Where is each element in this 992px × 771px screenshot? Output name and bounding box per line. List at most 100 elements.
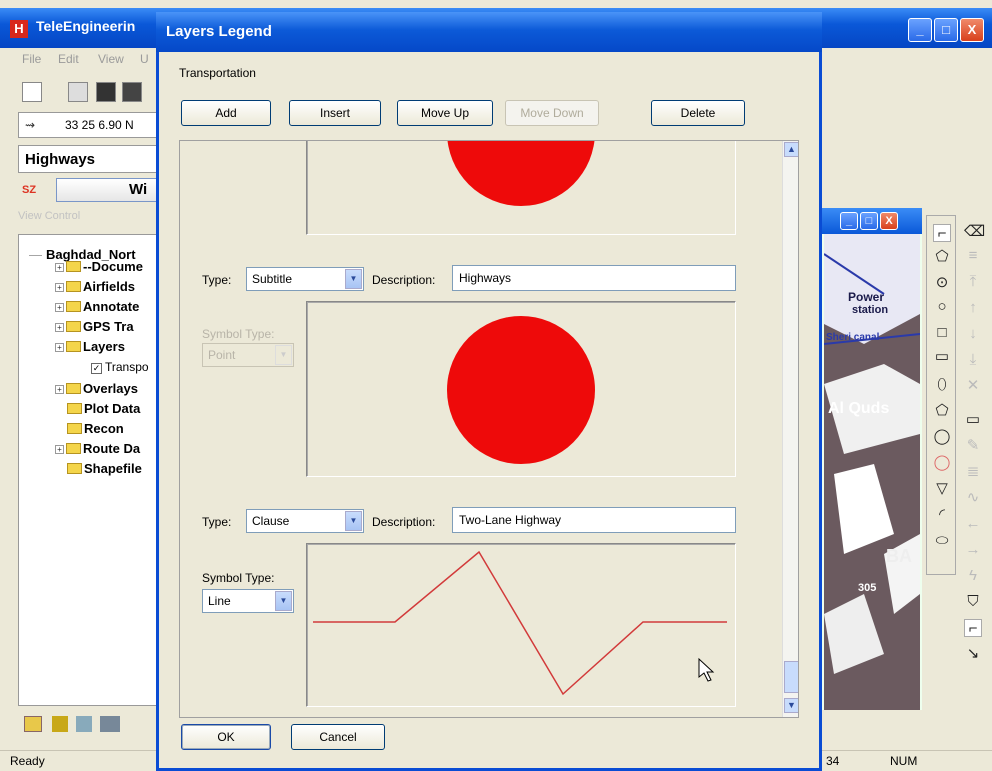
map-minimize-button[interactable]: _ — [840, 212, 858, 230]
circle-tool-icon[interactable]: ◯ — [933, 428, 951, 446]
move-top-icon[interactable]: ⤒ — [964, 273, 982, 291]
print-icon[interactable] — [122, 82, 142, 102]
scroll-thumb[interactable] — [784, 661, 798, 693]
tree-item[interactable]: Plot Data — [67, 401, 140, 416]
close-button[interactable]: X — [960, 18, 984, 42]
expand-icon[interactable]: + — [55, 303, 64, 312]
symbol-preview-1 — [306, 301, 736, 477]
move-up-button[interactable]: Move Up — [397, 100, 493, 126]
rounded-rect-tool-icon[interactable]: ⬭ — [933, 532, 951, 550]
tree-item-label: Annotate — [83, 299, 140, 314]
map-close-button[interactable]: X — [880, 212, 898, 230]
menu-file[interactable]: File — [22, 52, 41, 66]
type-select-1[interactable]: Subtitle ▼ — [246, 267, 364, 291]
line-tool-icon[interactable]: ⌐ — [964, 619, 982, 637]
eraser-icon[interactable]: ⌫ — [964, 223, 985, 241]
menu-u[interactable]: U — [140, 52, 149, 66]
symbol-type-select-1[interactable]: Point ▼ — [202, 343, 294, 367]
expand-icon[interactable]: + — [55, 263, 64, 272]
tree-item[interactable]: Shapefile — [67, 461, 142, 476]
tab-page-icon[interactable] — [52, 716, 68, 732]
expand-icon[interactable]: + — [55, 283, 64, 292]
tree-item[interactable]: + Overlays — [55, 381, 138, 396]
arrow-right-icon[interactable]: → — [964, 541, 982, 559]
cancel-button[interactable]: Cancel — [291, 724, 385, 750]
lightning-icon[interactable]: ϟ — [964, 567, 982, 585]
ellipse-tool-icon[interactable]: ○ — [933, 298, 951, 316]
symbol-type-select-2[interactable]: Line ▼ — [202, 589, 294, 613]
pointer-icon[interactable]: ↘ — [964, 645, 982, 663]
oval-tool-icon[interactable]: ⬯ — [933, 376, 951, 394]
pen-icon[interactable]: ✎ — [964, 437, 982, 455]
rectangle-tool-icon[interactable]: □ — [933, 324, 951, 342]
tree-item[interactable]: + Layers — [55, 339, 125, 354]
layer-select[interactable]: Highways — [18, 145, 168, 173]
window-icon[interactable]: ▭ — [964, 411, 982, 429]
map-label-power: Power — [848, 290, 885, 304]
move-up-icon[interactable]: ↑ — [964, 299, 982, 317]
scroll-up-icon[interactable]: ▲ — [784, 142, 798, 157]
tab-layers-icon[interactable] — [100, 716, 120, 732]
tree-item[interactable]: + Airfields — [55, 279, 135, 294]
checkbox-icon[interactable]: ✓ — [91, 363, 102, 374]
shield-tool-icon[interactable]: ▽ — [933, 480, 951, 498]
pentagon-tool-icon[interactable]: ⬠ — [933, 402, 951, 420]
move-down-icon[interactable]: ↓ — [964, 325, 982, 343]
wi-button[interactable]: Wi — [56, 178, 168, 202]
menu-view[interactable]: View — [98, 52, 124, 66]
add-button[interactable]: Add — [181, 100, 271, 126]
move-bottom-icon[interactable]: ⤓ — [964, 351, 982, 369]
minimize-button[interactable]: _ — [908, 18, 932, 42]
tree-item[interactable]: Recon — [67, 421, 124, 436]
tree-item[interactable]: ✓ Transpo — [91, 359, 149, 374]
maximize-button[interactable]: □ — [934, 18, 958, 42]
tree-item-label: Transpo — [105, 360, 149, 374]
delete-button[interactable]: Delete — [651, 100, 745, 126]
map-maximize-button[interactable]: □ — [860, 212, 878, 230]
chevron-down-icon[interactable]: ▼ — [345, 269, 362, 289]
scroll-down-icon[interactable]: ▼ — [784, 698, 798, 713]
tree-item[interactable]: + --Docume — [55, 259, 143, 274]
folder-icon — [67, 403, 82, 414]
tab-list-icon[interactable] — [76, 716, 92, 732]
sz-icon[interactable]: SZ — [22, 184, 36, 196]
description-field-1[interactable]: Highways — [452, 265, 736, 291]
move-down-button[interactable]: Move Down — [505, 100, 599, 126]
coordinate-field[interactable]: ⇝ 33 25 6.90 N — [18, 112, 168, 138]
tree-item[interactable]: + Route Da — [55, 441, 140, 456]
delete-x-icon[interactable]: ✕ — [964, 377, 982, 395]
expand-icon[interactable]: + — [55, 385, 64, 394]
vertical-scrollbar[interactable]: ▲ ▼ — [782, 141, 798, 717]
expand-icon[interactable]: + — [55, 323, 64, 332]
red-circle-tool-icon[interactable]: ◯ — [933, 454, 951, 472]
menu-edit[interactable]: Edit — [58, 52, 79, 66]
tab-folder-icon[interactable] — [24, 716, 42, 732]
circle-dot-tool-icon[interactable]: ⊙ — [933, 274, 951, 292]
zigzag-icon[interactable]: ∿ — [964, 489, 982, 507]
expand-icon[interactable]: + — [55, 445, 64, 454]
type-select-2[interactable]: Clause ▼ — [246, 509, 364, 533]
tree-item[interactable]: + Annotate — [55, 299, 139, 314]
open-file-icon[interactable] — [68, 82, 88, 102]
chevron-down-icon[interactable]: ▼ — [275, 345, 292, 365]
ok-button[interactable]: OK — [181, 724, 271, 750]
insert-button[interactable]: Insert — [289, 100, 381, 126]
chevron-down-icon[interactable]: ▼ — [275, 591, 292, 611]
save-icon[interactable] — [96, 82, 116, 102]
description-field-2[interactable]: Two-Lane Highway — [452, 507, 736, 533]
polyline-tool-icon[interactable]: ⌐ — [933, 224, 951, 242]
app-title: TeleEngineerin — [36, 18, 136, 34]
map-canvas[interactable]: Power station Sheri canal Al Quds BA 305 — [824, 234, 920, 710]
arc-tool-icon[interactable]: ◜ — [933, 506, 951, 524]
new-file-icon[interactable] — [22, 82, 42, 102]
tree-item[interactable]: + GPS Tra — [55, 319, 134, 334]
legend-entries-list[interactable]: Type: Subtitle ▼ Description: Highways S… — [179, 140, 799, 718]
chevron-down-icon[interactable]: ▼ — [345, 511, 362, 531]
list-icon[interactable]: ≡ — [964, 247, 982, 265]
expand-icon[interactable]: + — [55, 343, 64, 352]
arrow-left-icon[interactable]: ← — [964, 515, 982, 533]
cup-icon[interactable]: ⛉ — [964, 593, 982, 611]
rect-wide-tool-icon[interactable]: ▭ — [933, 348, 951, 366]
sort-icon[interactable]: ≣ — [964, 463, 982, 481]
freeform-tool-icon[interactable]: ⬠ — [933, 248, 951, 266]
